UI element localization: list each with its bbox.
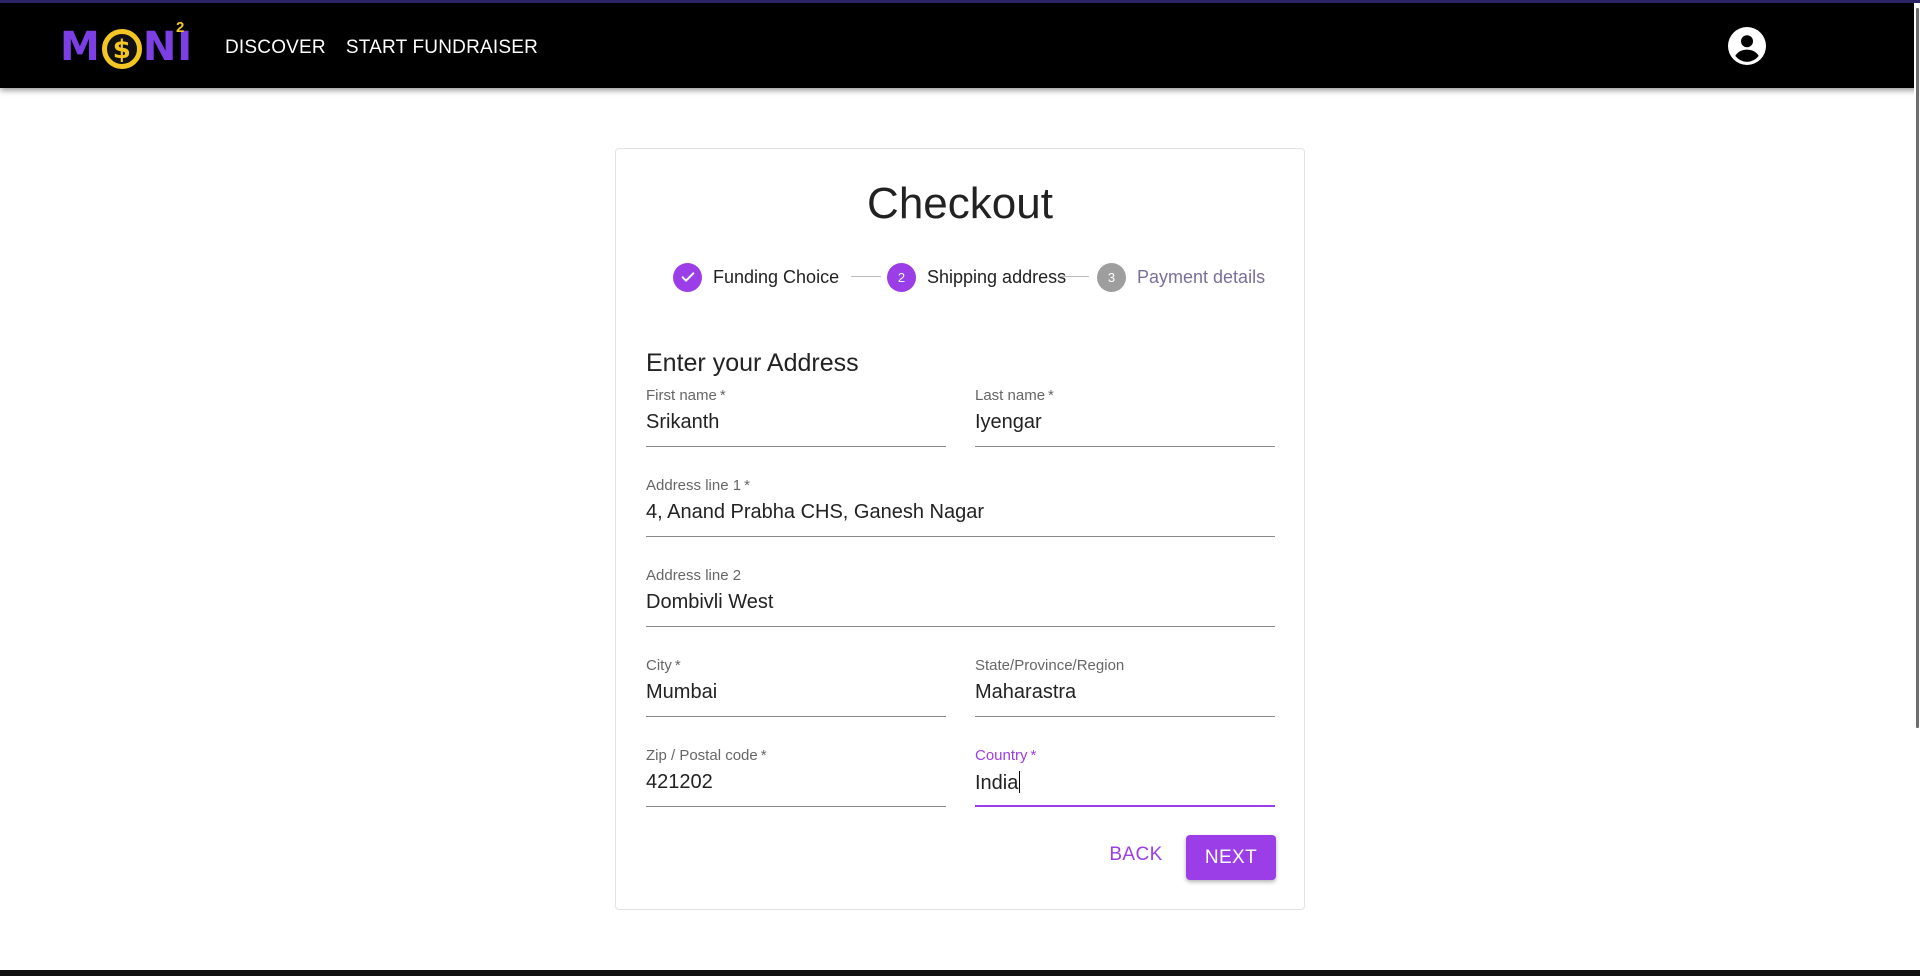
city-label: City * <box>646 657 681 674</box>
step-number-badge: 2 <box>887 262 916 292</box>
zip-code-field[interactable]: Zip / Postal code * 421202 <box>646 747 946 807</box>
step-label: Shipping address <box>927 266 1067 287</box>
city-field[interactable]: City * Mumbai <box>646 657 946 717</box>
step-funding-choice: Funding Choice <box>673 262 839 292</box>
state-value: Maharastra <box>975 681 1077 703</box>
bottom-border <box>0 970 1920 976</box>
text-caret <box>1019 771 1021 793</box>
country-value: India <box>975 771 1021 794</box>
step-connector <box>1059 276 1089 277</box>
last-name-label: Last name * <box>975 387 1054 404</box>
step-shipping-address: 2 Shipping address <box>887 262 1066 292</box>
page-title: Checkout <box>867 179 1053 228</box>
next-button[interactable]: NEXT <box>1186 835 1276 880</box>
top-app-bar: M $ NI 2 DISCOVER START FUNDRAISER <box>0 0 1920 88</box>
first-name-label: First name * <box>646 387 726 404</box>
logo-text-left: M <box>60 24 101 70</box>
first-name-value: Srikanth <box>646 411 720 433</box>
account-circle-icon[interactable] <box>1728 27 1766 65</box>
country-field[interactable]: Country * India <box>975 747 1275 807</box>
zip-code-value: 421202 <box>646 771 713 793</box>
state-field[interactable]: State/Province/Region Maharastra <box>975 657 1275 717</box>
logo-superscript: 2 <box>176 19 185 36</box>
step-connector <box>851 276 881 277</box>
country-label: Country * <box>975 747 1037 764</box>
last-name-value: Iyengar <box>975 411 1042 433</box>
step-label: Payment details <box>1137 266 1266 287</box>
address-line-2-field[interactable]: Address line 2 Dombivli West <box>646 567 1275 627</box>
checkout-stepper: Funding Choice 2 Shipping address 3 Paym… <box>656 262 1276 292</box>
address-line-1-field[interactable]: Address line 1 * 4, Anand Prabha CHS, Gan… <box>646 477 1275 537</box>
nav-start-fundraiser-link[interactable]: START FUNDRAISER <box>346 37 538 59</box>
checkout-card: Checkout Funding Choice 2 Shipping addre… <box>615 148 1305 910</box>
back-button[interactable]: BACK <box>1104 835 1168 875</box>
logo-coin-icon: $ <box>101 29 142 69</box>
step-label: Funding Choice <box>713 266 840 287</box>
section-title: Enter your Address <box>646 349 859 377</box>
first-name-field[interactable]: First name * Srikanth <box>646 387 946 447</box>
address-line-2-value: Dombivli West <box>646 591 774 613</box>
address-line-2-label: Address line 2 <box>646 567 742 584</box>
state-label: State/Province/Region <box>975 657 1125 674</box>
scrollbar-thumb[interactable] <box>1916 8 1919 728</box>
city-value: Mumbai <box>646 681 718 703</box>
scrollbar[interactable] <box>1914 3 1920 973</box>
step-complete-check-icon <box>673 262 702 292</box>
step-payment-details: 3 Payment details <box>1097 262 1265 292</box>
nav-discover-link[interactable]: DISCOVER <box>225 37 326 59</box>
address-line-1-value: 4, Anand Prabha CHS, Ganesh Nagar <box>646 501 984 523</box>
logo[interactable]: M $ NI 2 <box>60 19 194 73</box>
main-nav: DISCOVER START FUNDRAISER <box>225 37 538 59</box>
logo-text-right: NI <box>142 24 194 70</box>
last-name-field[interactable]: Last name * Iyengar <box>975 387 1275 447</box>
zip-code-label: Zip / Postal code * <box>646 747 767 764</box>
step-number-badge: 3 <box>1097 262 1126 292</box>
address-line-1-label: Address line 1 * <box>646 477 750 494</box>
